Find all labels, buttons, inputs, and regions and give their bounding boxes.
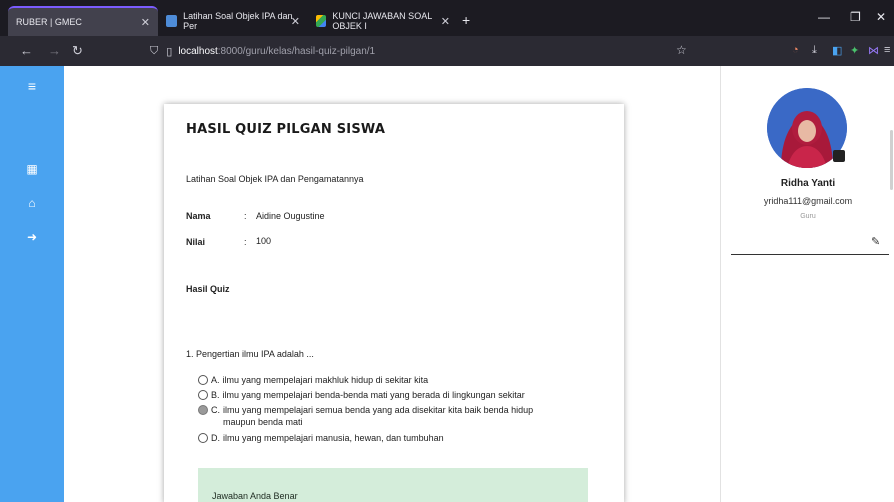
close-icon[interactable]: ✕ [141, 16, 150, 29]
quiz-result-card: HASIL QUIZ PILGAN SISWA Latihan Soal Obj… [164, 104, 624, 502]
profile-name: Ridha Yanti [780, 178, 836, 189]
answer-option-a[interactable]: A. ilmu yang mempelajari makhluk hidup d… [198, 374, 598, 386]
extension-icon[interactable]: ◧ [832, 44, 842, 57]
profile-panel: Ridha Yanti yridha111@gmail.com Guru ✎ [720, 66, 894, 502]
browser-nav-bar: ← → ↻ ⛉ ▯ localhost:8000/guru/kelas/hasi… [0, 36, 894, 66]
option-letter: B. [211, 390, 220, 400]
tab-title: Latihan Soal Objek IPA dan Per [183, 11, 293, 31]
edit-icon[interactable]: ✎ [871, 235, 880, 248]
option-text: ilmu yang mempelajari semua benda yang a… [223, 405, 534, 427]
tab-latihan-soal[interactable]: Latihan Soal Objek IPA dan Per ✕ [158, 6, 308, 36]
bookmark-star-icon[interactable]: ☆ [676, 43, 687, 57]
radio-button-selected[interactable] [198, 405, 208, 415]
close-icon[interactable]: ✕ [291, 15, 300, 28]
url-host: localhost [178, 45, 218, 57]
answer-option-b[interactable]: B. ilmu yang mempelajari benda-benda mat… [198, 389, 598, 401]
close-icon[interactable]: ✕ [441, 15, 450, 28]
nilai-colon: : [244, 237, 247, 247]
dashboard-icon[interactable]: ▦ [0, 162, 64, 176]
radio-button[interactable] [198, 433, 208, 443]
profile-email: yridha111@gmail.com [763, 196, 853, 206]
tab-title: KUNCI JAWABAN SOAL OBJEK I [332, 11, 432, 31]
forward-icon[interactable]: → [48, 43, 61, 58]
option-letter: D. [211, 433, 220, 443]
home-icon[interactable]: ⌂ [0, 196, 64, 210]
download-icon[interactable]: ⤓ [812, 44, 817, 57]
question-text: 1. Pengertian ilmu IPA adalah ... [186, 349, 314, 359]
page-title: HASIL QUIZ PILGAN SISWA [186, 122, 386, 137]
close-window-icon[interactable]: ✕ [876, 10, 886, 24]
scrollbar[interactable] [890, 130, 893, 190]
section-heading: Hasil Quiz [186, 284, 230, 294]
new-tab-icon[interactable]: + [462, 12, 470, 28]
restore-icon[interactable]: ❐ [850, 10, 861, 24]
tab-title: RUBER | GMEC [16, 17, 82, 27]
reload-icon[interactable]: ↻ [72, 43, 83, 59]
pocket-icon[interactable]: ◔ [792, 44, 799, 56]
extension-icon[interactable]: ✦ [850, 44, 859, 57]
main-content: HASIL QUIZ PILGAN SISWA Latihan Soal Obj… [64, 66, 720, 502]
radio-button[interactable] [198, 390, 208, 400]
shield-icon[interactable]: ⛉ [150, 45, 158, 58]
url-bar[interactable]: ⛉ ▯ localhost:8000/guru/kelas/hasil-quiz… [150, 40, 690, 62]
nilai-label: Nilai [186, 237, 206, 247]
nilai-value: 100 [256, 236, 272, 246]
page-icon: ▯ [166, 45, 173, 58]
profile-role: Guru [800, 213, 816, 220]
quiz-name: Latihan Soal Objek IPA dan Pengamatannya [186, 174, 364, 184]
logout-icon[interactable]: ➜ [0, 230, 64, 244]
extension-icon[interactable]: ⋈ [868, 44, 879, 57]
option-letter: C. [211, 405, 220, 415]
option-text: ilmu yang mempelajari benda-benda mati y… [222, 390, 525, 400]
result-text: Jawaban Anda Benar [212, 491, 298, 501]
answer-option-d[interactable]: D. ilmu yang mempelajari manusia, hewan,… [198, 432, 598, 444]
tab-ruber-gmec[interactable]: RUBER | GMEC ✕ [8, 6, 158, 36]
sidebar: ≡ ▦ ⌂ ➜ [0, 66, 64, 502]
back-icon[interactable]: ← [20, 43, 33, 58]
radio-button[interactable] [198, 375, 208, 385]
menu-icon[interactable]: ≡ [884, 44, 890, 56]
nama-label: Nama [186, 211, 211, 221]
google-drive-icon [316, 15, 327, 27]
option-text: ilmu yang mempelajari manusia, hewan, da… [223, 433, 444, 443]
nama-colon: : [244, 211, 247, 221]
camera-icon[interactable] [833, 150, 845, 162]
menu-icon[interactable]: ≡ [0, 78, 64, 94]
result-banner: Jawaban Anda Benar [198, 468, 588, 502]
tab-kunci-jawaban[interactable]: KUNCI JAWABAN SOAL OBJEK I ✕ [308, 6, 458, 36]
favicon-icon [166, 15, 178, 27]
browser-tab-bar: RUBER | GMEC ✕ Latihan Soal Objek IPA da… [0, 0, 894, 36]
url-path: :8000/guru/kelas/hasil-quiz-pilgan/1 [217, 45, 376, 57]
answer-option-c[interactable]: C. ilmu yang mempelajari semua benda yan… [198, 404, 598, 428]
option-letter: A. [211, 375, 220, 385]
minimize-icon[interactable]: — [818, 10, 830, 24]
divider [731, 254, 889, 255]
nama-value: Aidine Ougustine [256, 211, 325, 221]
option-text: ilmu yang mempelajari makhluk hidup di s… [222, 375, 429, 385]
